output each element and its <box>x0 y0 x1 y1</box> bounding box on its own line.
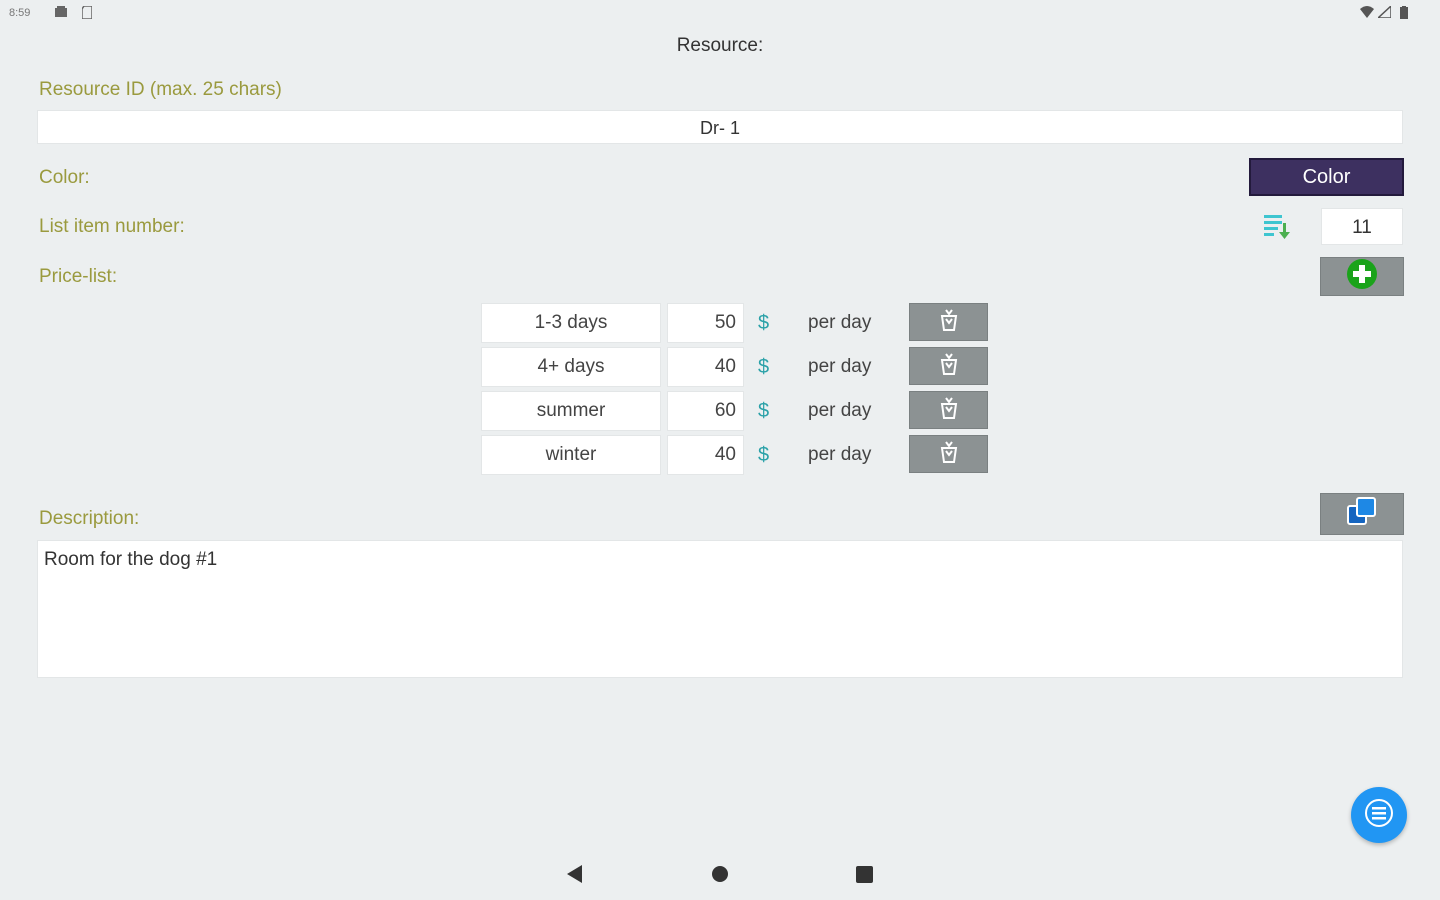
price-unit-label: per day <box>808 312 872 333</box>
price-unit-label: per day <box>808 356 872 377</box>
color-button[interactable]: Color <box>1249 158 1404 196</box>
currency-symbol: $ <box>758 312 770 334</box>
trash-icon <box>937 308 961 337</box>
price-amount-input[interactable]: 50 <box>667 303 744 343</box>
delete-price-button[interactable] <box>909 347 988 385</box>
list-item-number-input[interactable]: 11 <box>1321 208 1403 245</box>
price-period-input[interactable]: 1-3 days <box>481 303 661 343</box>
menu-fab-button[interactable] <box>1351 787 1407 843</box>
resource-id-input[interactable]: Dr- 1 <box>37 110 1403 144</box>
price-amount-input[interactable]: 60 <box>667 391 744 431</box>
battery-icon <box>1400 6 1408 22</box>
currency-symbol: $ <box>758 444 770 466</box>
back-icon[interactable] <box>567 865 582 883</box>
price-unit-label: per day <box>808 400 872 421</box>
trash-icon <box>937 352 961 381</box>
page-title: Resource: <box>676 35 764 56</box>
sort-order-icon[interactable] <box>1262 211 1292 241</box>
price-row: winter 40 $ per day <box>0 435 1440 475</box>
price-unit-label: per day <box>808 444 872 465</box>
resource-screen: 8:59 Resource: Resource ID (max. 25 char… <box>0 0 1440 900</box>
wifi-icon <box>1360 6 1374 21</box>
price-period-input[interactable]: 4+ days <box>481 347 661 387</box>
navigation-bar <box>0 850 1440 900</box>
price-row: 4+ days 40 $ per day <box>0 347 1440 387</box>
delete-price-button[interactable] <box>909 391 988 429</box>
currency-symbol: $ <box>758 356 770 378</box>
recent-apps-icon[interactable] <box>856 866 873 883</box>
list-item-number-label: List item number: <box>39 216 185 237</box>
home-icon[interactable] <box>712 866 728 882</box>
status-bar: 8:59 <box>0 0 1440 28</box>
notification-icon <box>54 6 68 21</box>
trash-icon <box>937 440 961 469</box>
trash-icon <box>937 396 961 425</box>
price-period-input[interactable]: summer <box>481 391 661 431</box>
description-textarea[interactable]: Room for the dog #1 <box>37 540 1403 678</box>
price-list-label: Price-list: <box>39 266 118 287</box>
add-icon <box>1346 258 1378 295</box>
signal-icon <box>1376 4 1392 21</box>
status-time: 8:59 <box>9 7 31 19</box>
currency-symbol: $ <box>758 400 770 422</box>
price-row: 1-3 days 50 $ per day <box>0 303 1440 343</box>
add-price-button[interactable] <box>1320 257 1404 296</box>
price-amount-input[interactable]: 40 <box>667 435 744 475</box>
delete-price-button[interactable] <box>909 435 988 473</box>
delete-price-button[interactable] <box>909 303 988 341</box>
description-label: Description: <box>39 508 140 529</box>
price-row: summer 60 $ per day <box>0 391 1440 431</box>
menu-icon <box>1364 798 1394 833</box>
copy-icon <box>1345 495 1379 534</box>
resource-id-label: Resource ID (max. 25 chars) <box>39 79 282 100</box>
price-amount-input[interactable]: 40 <box>667 347 744 387</box>
price-period-input[interactable]: winter <box>481 435 661 475</box>
sd-card-icon <box>81 5 93 22</box>
color-label: Color: <box>39 167 90 188</box>
copy-button[interactable] <box>1320 493 1404 535</box>
